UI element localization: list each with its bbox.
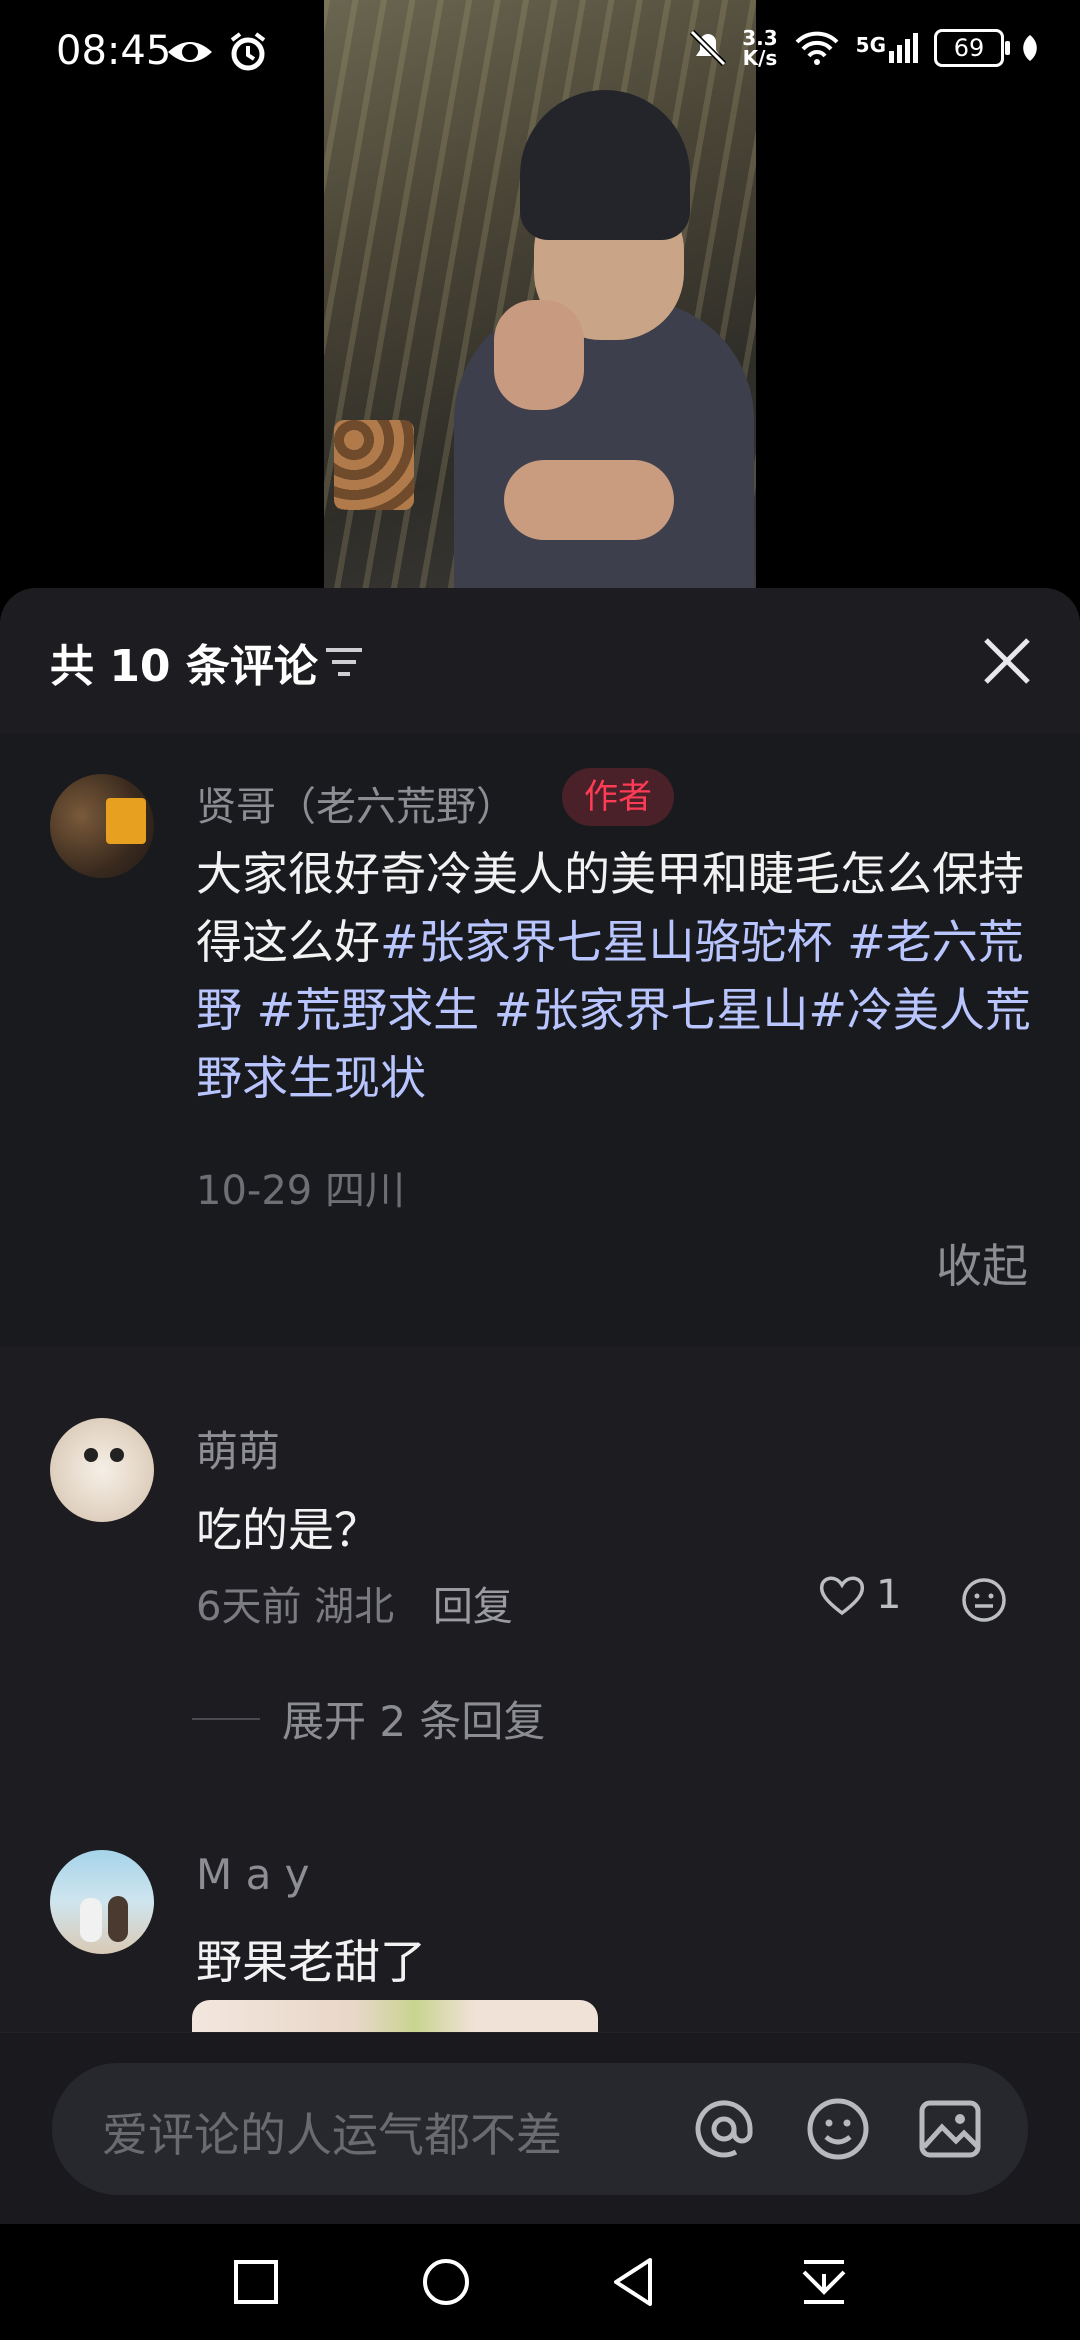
wifi-icon	[795, 31, 839, 65]
avatar[interactable]	[50, 1418, 154, 1522]
status-bar: 08:45 3.3 K/s 5G 69	[0, 0, 1080, 110]
comment-input-placeholder: 爱评论的人运气都不差	[102, 2108, 562, 2162]
comment-meta: 10-29 四川	[196, 1168, 405, 1214]
comment-input-bar: 爱评论的人运气都不差	[0, 2032, 1080, 2225]
collapse-keyboard-button[interactable]	[796, 2254, 852, 2310]
hashtag-link[interactable]: #张家界七星山骆驼杯	[380, 915, 833, 969]
comment-text: 野果老甜了	[196, 1935, 426, 1989]
comments-count-title: 共 10 条评论	[50, 641, 318, 692]
home-button[interactable]	[418, 2254, 474, 2310]
like-button[interactable]: 1	[818, 1572, 901, 1618]
mute-icon	[690, 29, 727, 67]
alarm-icon	[230, 32, 266, 71]
emoji-reaction-icon[interactable]	[960, 1576, 1008, 1624]
leaf-icon	[1023, 35, 1037, 61]
reply-button[interactable]: 回复	[433, 1584, 513, 1630]
author-badge: 作者	[562, 768, 674, 826]
comments-header: 共 10 条评论	[0, 588, 1080, 734]
avatar[interactable]	[50, 774, 154, 878]
image-upload-icon[interactable]	[916, 2095, 984, 2163]
like-count: 1	[876, 1572, 902, 1618]
eye-icon	[168, 42, 212, 62]
mention-icon[interactable]	[690, 2095, 758, 2163]
collapse-button[interactable]: 收起	[936, 1230, 1028, 1296]
battery-indicator: 69	[934, 29, 1010, 67]
cell-signal: 5G	[856, 33, 918, 63]
author-comment: 贤哥（老六荒野） 作者 大家很好奇冷美人的美甲和睫毛怎么保持得这么好#张家界七星…	[0, 734, 1080, 1346]
heart-icon	[819, 1576, 865, 1616]
commenter-name[interactable]: M a y	[196, 1850, 310, 1899]
emoji-icon[interactable]	[804, 2095, 872, 2163]
close-button[interactable]	[974, 628, 1040, 694]
comment-item: M a y 野果老甜了	[0, 1850, 1080, 2040]
comment-meta: 6天前 湖北 回复	[196, 1574, 513, 1632]
comment-item: 萌萌 吃的是？ 6天前 湖北 回复 1 展开 2 条回复	[0, 1418, 1080, 1798]
author-comment-text: 大家很好奇冷美人的美甲和睫毛怎么保持得这么好#张家界七星山骆驼杯 #老六荒野 #…	[196, 847, 1031, 1105]
comment-location: 湖北	[314, 1584, 395, 1630]
back-button[interactable]	[606, 2254, 662, 2310]
expand-replies-button[interactable]: 展开 2 条回复	[192, 1688, 545, 1749]
comment-text: 吃的是？	[196, 1503, 380, 1557]
status-time: 08:45	[56, 28, 172, 74]
comment-time: 6天前	[196, 1584, 302, 1630]
author-name[interactable]: 贤哥（老六荒野）	[196, 774, 516, 832]
avatar[interactable]	[50, 1850, 154, 1954]
comment-input[interactable]: 爱评论的人运气都不差	[52, 2063, 1028, 2195]
sort-filter-icon[interactable]	[324, 644, 364, 680]
recent-apps-button[interactable]	[228, 2254, 284, 2310]
system-navigation-bar	[0, 2224, 1080, 2340]
hashtag-link[interactable]: #荒野求生	[257, 983, 480, 1037]
network-speed: 3.3 K/s	[742, 26, 778, 70]
comments-sheet: 共 10 条评论 贤哥（老六荒野） 作者 大家很好奇冷美人的美甲和睫毛怎么保持得…	[0, 588, 1080, 2224]
commenter-name[interactable]: 萌萌	[196, 1418, 280, 1479]
signal-label: 5G	[855, 33, 886, 57]
